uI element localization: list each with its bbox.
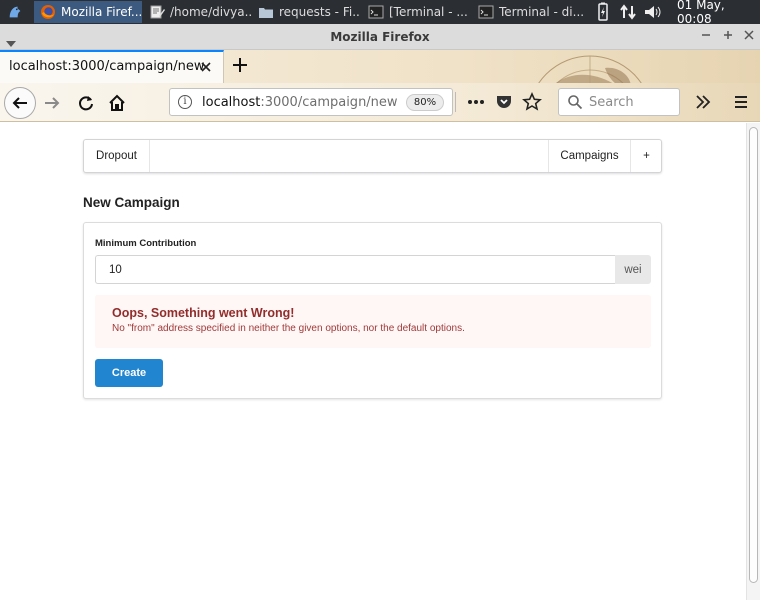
theme-globe-decoration — [538, 55, 642, 83]
whisker-menu-icon[interactable] — [0, 1, 30, 23]
minimize-icon[interactable] — [700, 29, 712, 45]
url-path: :3000/campaign/new — [260, 95, 398, 110]
menu-divider — [149, 140, 150, 172]
volume-icon[interactable] — [643, 2, 663, 22]
battery-icon[interactable] — [596, 2, 610, 22]
taskbar-app-label: Mozilla Firef... — [61, 5, 142, 19]
taskbar-app-file-manager[interactable]: requests - Fi... — [252, 1, 360, 23]
forward-arrow-icon — [45, 97, 60, 109]
url-bar[interactable]: i localhost:3000/campaign/new 80% — [169, 88, 453, 116]
taskbar-app-firefox[interactable]: Mozilla Firef... — [34, 1, 142, 23]
window-title: Mozilla Firefox — [330, 30, 430, 44]
add-campaign-link[interactable]: + — [631, 140, 662, 172]
reload-button[interactable] — [76, 93, 96, 113]
forward-button[interactable] — [42, 93, 62, 113]
create-button[interactable]: Create — [95, 359, 163, 387]
app-menu-bar: Dropout Campaigns + — [83, 139, 662, 173]
network-icon[interactable] — [618, 2, 638, 22]
home-button[interactable] — [107, 93, 127, 113]
os-taskbar: Mozilla Firef... /home/divya... requests… — [0, 0, 760, 26]
bookmark-star-icon[interactable] — [522, 92, 542, 116]
new-tab-button[interactable] — [231, 52, 249, 80]
search-icon — [567, 94, 583, 114]
back-button[interactable] — [4, 87, 36, 119]
close-window-icon[interactable] — [743, 29, 755, 45]
unit-label: wei — [615, 255, 651, 284]
maximize-icon[interactable] — [722, 29, 734, 45]
toolbar-divider — [455, 92, 456, 112]
taskbar-app-label: /home/divya... — [170, 5, 251, 19]
clock[interactable]: 01 May, 00:08 — [677, 0, 760, 26]
brand-link[interactable]: Dropout — [84, 140, 149, 172]
page-content: Dropout Campaigns + New Campaign Minimum… — [0, 123, 746, 600]
page-scrollbar[interactable] — [746, 123, 760, 600]
min-contribution-label: Minimum Contribution — [95, 238, 197, 249]
overflow-chevron-icon[interactable] — [694, 93, 712, 115]
min-contribution-input[interactable] — [95, 255, 615, 284]
url-host: localhost — [202, 95, 261, 110]
tab-strip: localhost:3000/campaign/new — [0, 50, 760, 83]
campaigns-link[interactable]: Campaigns — [549, 140, 630, 172]
taskbar-app-label: [Terminal - ... — [389, 5, 468, 19]
reload-icon — [79, 96, 93, 111]
tab-active[interactable]: localhost:3000/campaign/new — [0, 50, 224, 83]
page-actions-icon[interactable] — [466, 93, 486, 115]
scrollbar-thumb[interactable] — [749, 127, 758, 583]
terminal-icon — [368, 4, 384, 20]
firefox-icon — [40, 4, 56, 20]
back-arrow-icon — [12, 97, 27, 109]
taskbar-app-terminal-1[interactable]: [Terminal - ... — [362, 1, 470, 23]
page-title: New Campaign — [83, 195, 180, 210]
error-message-box: Oops, Something went Wrong! No "from" ad… — [95, 295, 651, 348]
home-icon — [109, 94, 125, 111]
campaign-form: Minimum Contribution wei Oops, Something… — [83, 222, 662, 399]
search-box[interactable] — [558, 88, 680, 116]
system-tray: 01 May, 00:08 — [596, 0, 760, 26]
error-title: Oops, Something went Wrong! — [112, 306, 295, 320]
terminal-icon — [478, 4, 494, 20]
taskbar-app-label: Terminal - di... — [499, 5, 584, 19]
zoom-indicator[interactable]: 80% — [406, 94, 444, 111]
taskbar-app-editor[interactable]: /home/divya... — [143, 1, 251, 23]
search-input[interactable] — [589, 94, 675, 110]
hamburger-menu-icon[interactable] — [732, 93, 750, 115]
taskbar-app-terminal-2[interactable]: Terminal - di... — [472, 1, 584, 23]
tab-title: localhost:3000/campaign/new — [9, 59, 205, 74]
text-editor-icon — [149, 4, 165, 20]
error-message: No "from" address specified in neither t… — [112, 323, 465, 334]
pocket-icon[interactable] — [495, 93, 513, 115]
site-info-icon[interactable]: i — [178, 95, 192, 109]
window-titlebar: Mozilla Firefox — [0, 24, 760, 50]
folder-icon — [258, 4, 274, 20]
taskbar-app-label: requests - Fi... — [279, 5, 360, 19]
min-contribution-field: wei — [95, 255, 651, 284]
url-text[interactable]: localhost:3000/campaign/new — [202, 95, 398, 110]
close-tab-icon[interactable] — [200, 57, 212, 77]
